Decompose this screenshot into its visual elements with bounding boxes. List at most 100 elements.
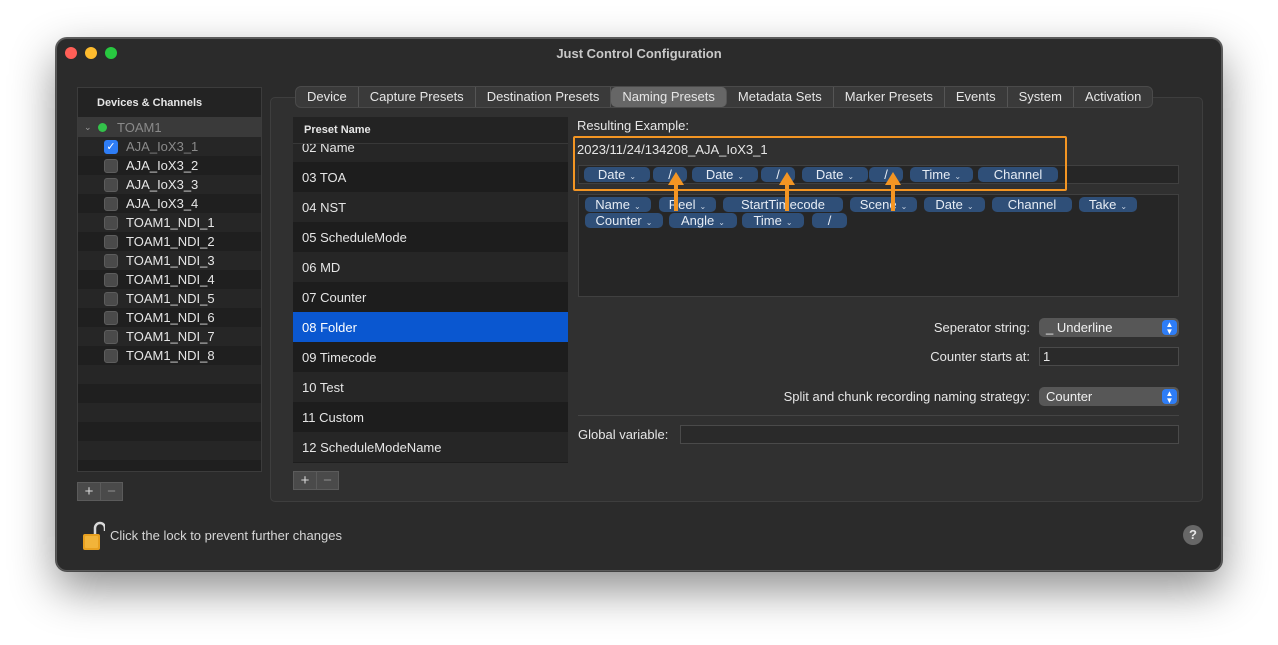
chevron-down-icon: ⌄ [785,218,793,227]
naming-token[interactable]: StartTimecode [723,197,843,212]
empty-row [78,460,261,471]
preset-row[interactable]: 09 Timecode [293,342,568,372]
unlocked-lock-icon[interactable] [83,521,105,551]
online-status-icon [98,123,107,132]
naming-token[interactable]: Time ⌄ [742,213,804,228]
preset-row[interactable]: 06 MD [293,252,568,282]
preset-row[interactable]: 03 TOA [293,162,568,192]
naming-token[interactable]: / [812,213,847,228]
counter-start-input[interactable]: 1 [1039,347,1179,366]
tab-destination-presets[interactable]: Destination Presets [476,87,612,107]
naming-token[interactable]: Angle ⌄ [669,213,737,228]
minimize-window-button[interactable] [85,47,97,59]
device-channel-row[interactable]: ✓ AJA_IoX3_1 [78,137,261,156]
tab-system[interactable]: System [1008,87,1074,107]
divider [578,415,1179,416]
channel-label: TOAM1_NDI_2 [126,234,215,249]
annotation-arrow [674,183,678,211]
device-channel-row[interactable]: TOAM1_NDI_5 [78,289,261,308]
presets-add-remove: + − [293,471,339,490]
preset-row[interactable]: 04 NST [293,192,568,222]
device-group-label: TOAM1 [117,120,162,135]
tab-device[interactable]: Device [296,87,359,107]
preset-row[interactable]: 12 ScheduleModeName [293,432,568,462]
tab-bar: Device Capture Presets Destination Presets… [295,86,1154,108]
chevron-down-icon: ⌄ [645,218,653,227]
channel-label: AJA_IoX3_3 [126,177,199,192]
chevron-down-icon: ⌄ [1120,202,1128,211]
annotation-arrow-head [779,172,795,185]
remove-preset-button[interactable]: − [316,472,338,489]
channel-checkbox[interactable] [104,215,118,230]
split-strategy-select[interactable]: Counter ▲ ▼ [1039,387,1179,406]
channel-checkbox[interactable] [104,177,118,192]
tab-events[interactable]: Events [945,87,1008,107]
channel-checkbox[interactable] [104,158,118,173]
chevron-down-icon: ⌄ [718,218,725,227]
add-device-button[interactable]: + [78,483,100,500]
channel-label: TOAM1_NDI_7 [126,329,215,344]
channel-checkbox[interactable] [104,329,118,344]
naming-token[interactable]: Date ⌄ [924,197,985,212]
device-channel-row[interactable]: TOAM1_NDI_8 [78,346,261,365]
tab-metadata-sets[interactable]: Metadata Sets [727,87,834,107]
add-preset-button[interactable]: + [294,472,316,489]
available-tokens-area[interactable]: Name ⌄ Reel ⌄ StartTimecode Scene ⌄ Date ⌄ Channe… [578,194,1179,297]
preset-row[interactable]: 07 Counter [293,282,568,312]
help-button[interactable]: ? [1183,525,1203,545]
naming-token-label: Channel [1007,197,1057,212]
channel-checkbox[interactable] [104,272,118,287]
naming-token[interactable]: Counter ⌄ [585,213,663,228]
channel-checkbox[interactable] [104,253,118,268]
channel-checkbox[interactable] [104,291,118,306]
channel-label: AJA_IoX3_1 [126,139,199,154]
naming-token[interactable]: Channel [992,197,1072,212]
empty-row [78,403,261,422]
preset-row[interactable]: 10 Test [293,372,568,402]
global-variable-input[interactable] [680,425,1179,444]
device-channel-row[interactable]: TOAM1_NDI_6 [78,308,261,327]
naming-token-label: Time [753,213,782,228]
naming-token[interactable]: Reel ⌄ [659,197,716,212]
chevron-down-icon: ⌄ [900,202,908,211]
tab-naming-presets[interactable]: Naming Presets [611,87,727,107]
zoom-window-button[interactable] [105,47,117,59]
chevron-down-icon: ⌄ [633,202,641,211]
devices-list: ⌄ TOAM1 ✓ AJA_IoX3_1 AJA_IoX3_2 AJA_IoX3_3 A… [78,118,261,471]
naming-token[interactable]: Name ⌄ [585,197,651,212]
naming-token-label: Reel [668,197,696,212]
device-group-row[interactable]: ⌄ TOAM1 [78,118,261,137]
channel-checkbox[interactable] [104,348,118,363]
channel-checkbox[interactable] [104,196,118,211]
naming-token[interactable]: Take ⌄ [1079,197,1137,212]
channel-label: TOAM1_NDI_4 [126,272,215,287]
resulting-example-label: Resulting Example: [577,118,689,133]
naming-token[interactable]: Scene ⌄ [850,197,917,212]
preset-list: 02 Name 03 TOA 04 NST 05 ScheduleMode 06 MD 0… [293,117,568,463]
channel-label: TOAM1_NDI_8 [126,348,215,363]
device-channel-row[interactable]: AJA_IoX3_2 [78,156,261,175]
channel-checkbox[interactable] [104,310,118,325]
device-channel-row[interactable]: TOAM1_NDI_7 [78,327,261,346]
device-channel-row[interactable]: TOAM1_NDI_3 [78,251,261,270]
device-channel-row[interactable]: AJA_IoX3_3 [78,175,261,194]
empty-row [78,422,261,441]
device-channel-row[interactable]: TOAM1_NDI_4 [78,270,261,289]
preset-row[interactable]: 05 ScheduleMode [293,222,568,252]
separator-select[interactable]: _ Underline ▲ ▼ [1039,318,1179,337]
channel-checkbox[interactable] [104,234,118,249]
tab-marker-presets[interactable]: Marker Presets [834,87,945,107]
chevron-down-icon[interactable]: ⌄ [84,122,94,133]
channel-checkbox[interactable]: ✓ [104,139,118,154]
device-channel-row[interactable]: TOAM1_NDI_1 [78,213,261,232]
preset-row[interactable]: 11 Custom [293,402,568,432]
close-window-button[interactable] [65,47,77,59]
remove-device-button[interactable]: − [100,483,122,500]
channel-label: TOAM1_NDI_5 [126,291,215,306]
device-channel-row[interactable]: AJA_IoX3_4 [78,194,261,213]
tab-capture-presets[interactable]: Capture Presets [359,87,476,107]
preset-row[interactable]: 08 Folder [293,312,568,342]
tab-activation[interactable]: Activation [1074,87,1152,107]
device-channel-row[interactable]: TOAM1_NDI_2 [78,232,261,251]
empty-row [78,441,261,460]
